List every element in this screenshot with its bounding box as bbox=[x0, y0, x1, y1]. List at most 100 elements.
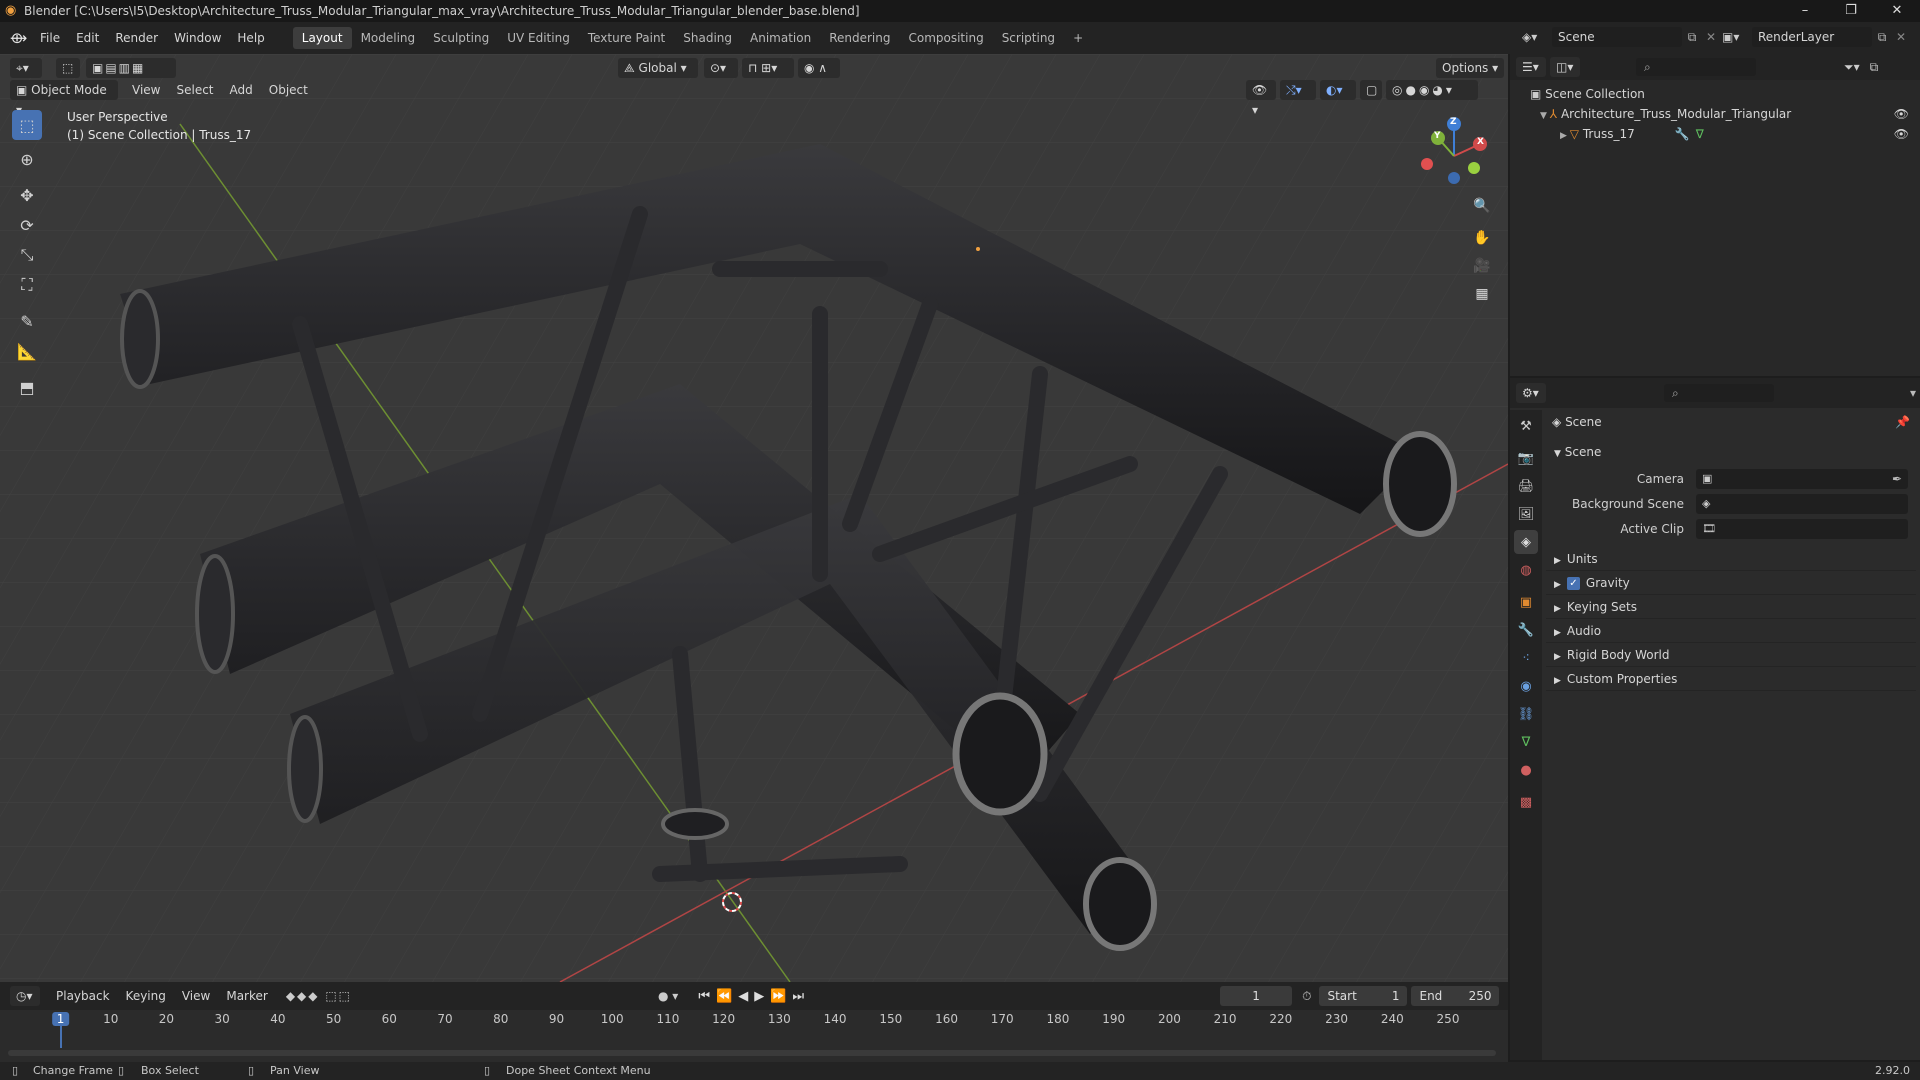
visibility-icon[interactable]: 👁▾ bbox=[1246, 80, 1276, 117]
object-tab-icon[interactable]: ▣ bbox=[1514, 590, 1538, 614]
editor-type-icon[interactable]: ⌖▾ bbox=[10, 58, 42, 78]
viewport-menu-select[interactable]: Select bbox=[168, 80, 221, 100]
transform-orientation-dropdown[interactable]: ⟁ Global ▾ bbox=[618, 58, 698, 78]
navigation-gizmo[interactable]: Z X Y bbox=[1418, 112, 1498, 192]
panel-keying-sets[interactable]: ▶ Keying Sets bbox=[1546, 595, 1916, 619]
object-mode-dropdown[interactable]: ▣ Object Mode ▾ bbox=[10, 80, 118, 117]
property-value-field[interactable]: 🎞 bbox=[1696, 518, 1908, 539]
transform-tool-icon[interactable]: ⛶ bbox=[12, 270, 42, 300]
physics-tab-icon[interactable]: ◉ bbox=[1514, 674, 1538, 698]
display-mode-icon[interactable]: ◫▾ bbox=[1550, 57, 1580, 77]
zoom-icon[interactable]: 🔍 bbox=[1468, 192, 1496, 220]
measure-tool-icon[interactable]: 📐 bbox=[12, 336, 42, 366]
render-layer-field[interactable]: RenderLayer bbox=[1752, 27, 1872, 47]
camera-view-icon[interactable]: 🎥 bbox=[1468, 252, 1496, 280]
constraints-tab-icon[interactable]: ⛓ bbox=[1514, 702, 1538, 726]
tab-compositing[interactable]: Compositing bbox=[899, 27, 992, 49]
tab-uv-editing[interactable]: UV Editing bbox=[498, 27, 579, 49]
pivot-point-icon[interactable]: ⊙▾ bbox=[704, 58, 738, 78]
move-tool-icon[interactable]: ✥ bbox=[12, 180, 42, 210]
menu-help[interactable]: Help bbox=[229, 27, 272, 49]
visibility-eye-icon[interactable]: 👁 bbox=[1894, 104, 1909, 124]
outliner-editor-icon[interactable]: ☰▾ bbox=[1516, 57, 1546, 77]
close-button[interactable]: ✕ bbox=[1874, 0, 1920, 22]
remove-scene-icon[interactable]: ✕ bbox=[1702, 30, 1720, 44]
scene-name-field[interactable]: Scene bbox=[1552, 27, 1682, 47]
view-layer-tab-icon[interactable]: 🖼 bbox=[1514, 502, 1538, 526]
select-tool-icon[interactable]: ⬚ bbox=[56, 58, 80, 78]
tab-animation[interactable]: Animation bbox=[741, 27, 820, 49]
new-collection-icon[interactable]: ⧉ bbox=[1870, 60, 1879, 75]
options-dropdown[interactable]: Options ▾ bbox=[1436, 58, 1505, 78]
scene-tab-icon[interactable]: ◈ bbox=[1514, 530, 1538, 554]
texture-tab-icon[interactable]: ▩ bbox=[1514, 790, 1538, 814]
menu-render[interactable]: Render bbox=[107, 27, 166, 49]
expand-arrow-icon[interactable]: ▶ bbox=[1560, 131, 1570, 141]
material-tab-icon[interactable]: ● bbox=[1514, 758, 1538, 782]
tool-tab-icon[interactable]: ⚒ bbox=[1514, 414, 1538, 438]
scene-section-header[interactable]: ▼ Scene bbox=[1546, 440, 1916, 464]
outliner-search-input[interactable]: ⌕ bbox=[1636, 58, 1756, 76]
rotate-tool-icon[interactable]: ⟳ bbox=[12, 210, 42, 240]
tab-texture-paint[interactable]: Texture Paint bbox=[579, 27, 674, 49]
filter-icon[interactable]: ⏷▾ bbox=[1844, 60, 1860, 75]
scene-icon[interactable]: ◈▾ bbox=[1522, 30, 1552, 44]
menu-edit[interactable]: Edit bbox=[68, 27, 107, 49]
overlays-toggle-icon[interactable]: ◐▾ bbox=[1320, 80, 1356, 100]
viewport-menu-view[interactable]: View bbox=[124, 80, 168, 100]
timeline-scrollbar[interactable] bbox=[8, 1050, 1496, 1056]
render-layer-icon[interactable]: ▣▾ bbox=[1722, 30, 1752, 44]
pan-hand-icon[interactable]: ✋ bbox=[1468, 224, 1496, 252]
new-scene-icon[interactable]: ⧉ bbox=[1682, 30, 1702, 45]
pin-icon[interactable]: 📌 bbox=[1895, 410, 1910, 434]
tab-shading[interactable]: Shading bbox=[674, 27, 741, 49]
tab-modeling[interactable]: Modeling bbox=[352, 27, 425, 49]
world-tab-icon[interactable]: ◍ bbox=[1514, 558, 1538, 582]
new-layer-icon[interactable]: ⧉ bbox=[1872, 30, 1892, 45]
panel-audio[interactable]: ▶ Audio bbox=[1546, 619, 1916, 643]
render-tab-icon[interactable]: 📷 bbox=[1514, 446, 1538, 470]
playhead-line[interactable] bbox=[59, 1026, 62, 1048]
viewport-menu-object[interactable]: Object bbox=[261, 80, 316, 100]
properties-search-input[interactable]: ⌕ bbox=[1664, 384, 1774, 402]
3d-viewport[interactable]: ⌖▾ ⬚ ▣▤▥▦ ⟁ Global ▾ ⊙▾ ⊓ ⊞▾ ◉ ∧ Options… bbox=[0, 54, 1508, 982]
panel-rigid-body-world[interactable]: ▶ Rigid Body World bbox=[1546, 643, 1916, 667]
add-workspace-button[interactable]: + bbox=[1064, 27, 1092, 49]
property-value-field[interactable]: ◈ bbox=[1696, 493, 1908, 514]
selection-mode-icons[interactable]: ▣▤▥▦ bbox=[86, 58, 176, 78]
perspective-grid-icon[interactable]: ▦ bbox=[1468, 280, 1496, 308]
panel-custom-properties[interactable]: ▶ Custom Properties bbox=[1546, 667, 1916, 691]
tab-scripting[interactable]: Scripting bbox=[993, 27, 1064, 49]
tab-layout[interactable]: Layout bbox=[292, 27, 352, 49]
add-cube-tool-icon[interactable]: ⬒ bbox=[12, 372, 42, 402]
expand-arrow-icon[interactable]: ▼ bbox=[1540, 111, 1550, 121]
shading-modes-icons[interactable]: ◎●◉◕▾ bbox=[1386, 80, 1478, 100]
menu-window[interactable]: Window bbox=[166, 27, 229, 49]
particles-tab-icon[interactable]: ⁖ bbox=[1514, 646, 1538, 670]
timeline-editor[interactable]: ◷▾ Playback Keying View Marker ◆◆◆ ⬚⬚ ● ▾ ⏮… bbox=[0, 982, 1508, 1062]
tree-item-collection[interactable]: ▼ ⅄ Architecture_Truss_Modular_Triangula… bbox=[1530, 104, 1915, 124]
proportional-edit-icon[interactable]: ◉ ∧ bbox=[798, 58, 840, 78]
eyedropper-icon[interactable]: ✒ bbox=[1892, 472, 1902, 486]
tree-item-scene-collection[interactable]: ▣ Scene Collection bbox=[1530, 84, 1915, 104]
viewport-menu-add[interactable]: Add bbox=[222, 80, 261, 100]
tree-item-object[interactable]: ▶ ▽ Truss_17 🔧 ∇ 👁 bbox=[1530, 124, 1915, 144]
visibility-eye-icon[interactable]: 👁 bbox=[1894, 124, 1909, 144]
maximize-button[interactable]: ❐ bbox=[1828, 0, 1874, 22]
output-tab-icon[interactable]: 🖨 bbox=[1514, 474, 1538, 498]
gizmo-toggle-icon[interactable]: ⤭▾ bbox=[1280, 80, 1316, 100]
properties-editor-icon[interactable]: ⚙▾ bbox=[1516, 383, 1546, 403]
tab-sculpting[interactable]: Sculpting bbox=[424, 27, 498, 49]
scale-tool-icon[interactable]: ⤡ bbox=[12, 240, 42, 270]
menu-file[interactable]: File bbox=[32, 27, 68, 49]
property-value-field[interactable]: ▣ ✒ bbox=[1696, 468, 1908, 489]
panel-units[interactable]: ▶ Units bbox=[1546, 547, 1916, 571]
panel-gravity[interactable]: ▶ ✓ Gravity bbox=[1546, 571, 1916, 595]
properties-options-icon[interactable]: ▾ bbox=[1910, 386, 1916, 400]
remove-layer-icon[interactable]: ✕ bbox=[1892, 30, 1910, 44]
mesh-data-tab-icon[interactable]: ∇ bbox=[1514, 730, 1538, 754]
select-box-tool-icon[interactable]: ⬚ bbox=[12, 110, 42, 140]
blender-menu-icon[interactable]: ⟴ bbox=[10, 29, 32, 47]
modifier-tab-icon[interactable]: 🔧 bbox=[1514, 618, 1538, 642]
gravity-checkbox[interactable]: ✓ bbox=[1566, 577, 1580, 590]
